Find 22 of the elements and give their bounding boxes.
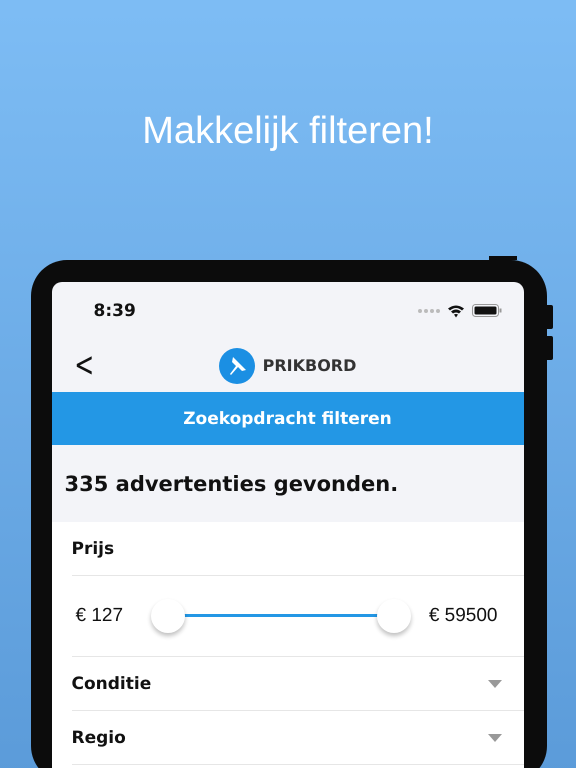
dropdown-triangle-icon xyxy=(488,680,502,688)
headline: Makkelijk filteren! xyxy=(142,109,434,154)
slider-thumb[interactable] xyxy=(151,599,186,633)
section-label: Prijs xyxy=(72,538,114,558)
dropdown-row[interactable]: Conditie xyxy=(72,657,524,711)
title-bar: Zoekopdracht filteren xyxy=(52,392,524,445)
slider-track[interactable] xyxy=(151,599,411,633)
pushpin-logo-icon xyxy=(218,348,255,384)
slider-thumb[interactable] xyxy=(376,599,411,633)
app-name: PRIKBORD xyxy=(262,356,356,375)
min-price: € 127 xyxy=(74,605,124,627)
status-time: 8:39 xyxy=(94,300,136,320)
dropdown-label: Conditie xyxy=(72,674,152,694)
result-count: 335 advertenties gevonden. xyxy=(64,470,400,498)
dropdown-row[interactable]: Regio xyxy=(72,711,524,765)
dropdown-label: Regio xyxy=(72,728,126,748)
wifi-icon xyxy=(448,304,464,318)
back-button[interactable]: < xyxy=(74,347,94,383)
dropdown-triangle-icon xyxy=(488,734,502,742)
signal-dots-icon xyxy=(418,308,440,312)
max-price: € 59500 xyxy=(428,605,498,627)
battery-icon xyxy=(472,304,502,317)
